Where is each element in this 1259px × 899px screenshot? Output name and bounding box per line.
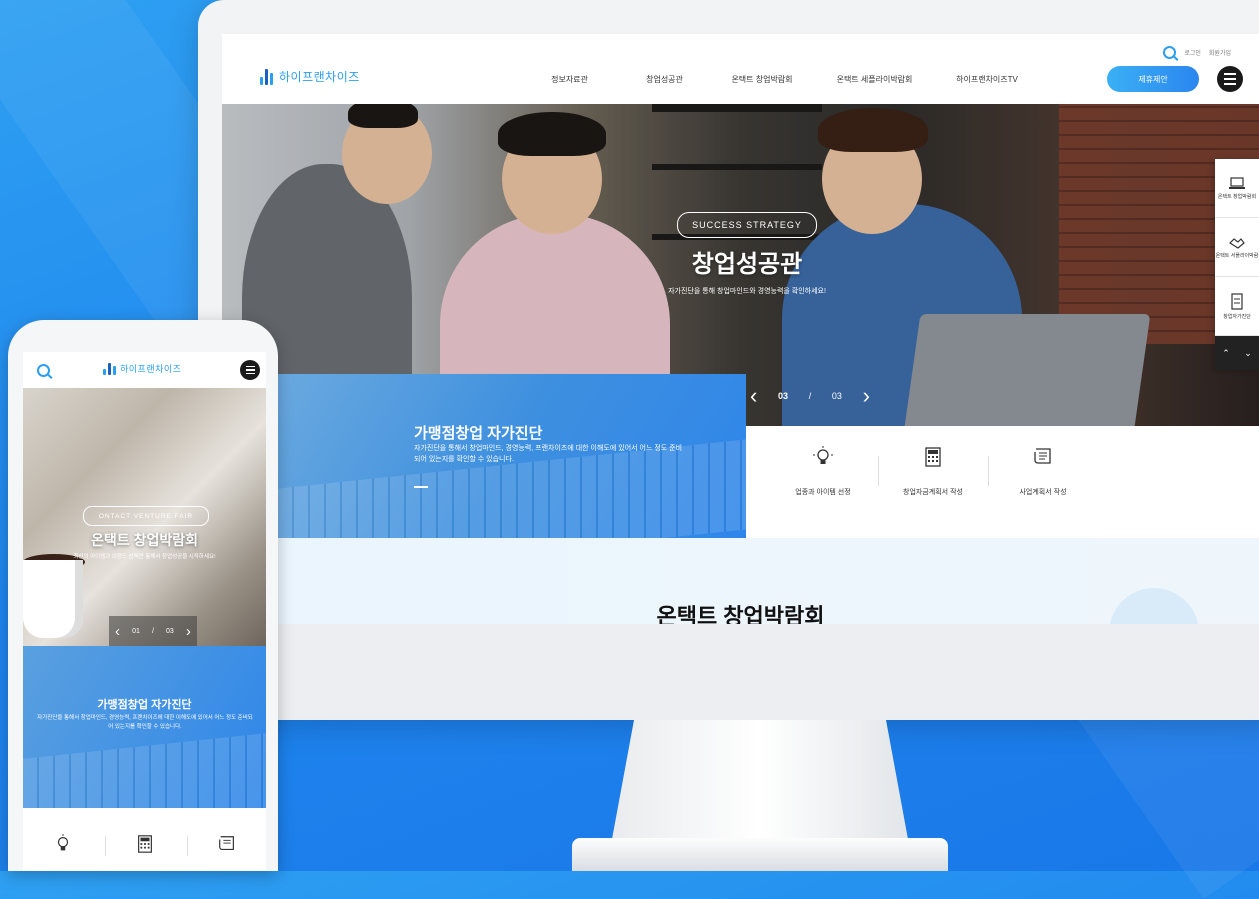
handshake-icon [1229,237,1245,249]
logo-mark-icon [260,68,273,85]
mobile-hero-pager: ‹ 01 / 03 › [109,616,197,646]
nav-item-info[interactable]: 정보자료관 [522,74,617,85]
diagnosis-arrow-line [414,486,428,488]
mobile-hero-title: 온택트 창업박람회 [91,532,198,548]
page-separator: / [808,391,812,401]
mobile-header: 하이프랜차이즈 [23,352,266,388]
tile-label: 사업계획서 작성 [1019,489,1067,496]
side-item-label: 온택트 창업박람회 [1217,193,1257,200]
nav-item-supply-fair[interactable]: 온택트 세플라이박람회 [812,74,937,85]
desktop-header: 하이프랜차이즈 정보자료관 창업성공관 온택트 창업박람회 온택트 세플라이박람… [222,34,1259,104]
side-item-label: 온택트 서플라이박람 [1215,252,1259,259]
mobile-icons-row [23,808,266,871]
side-quick-menu: 온택트 창업박람회 온택트 서플라이박람 창업자가진단 ⌃ ⌄ [1215,159,1259,370]
mobile-screen: 하이프랜차이즈 ONTACT VENTURE FAIR 온택트 창업박람회 최신… [23,352,266,871]
chevron-up-icon[interactable]: ⌃ [1222,348,1230,359]
checklist-icon [1231,292,1243,310]
calculator-icon[interactable] [135,834,155,854]
self-diagnosis-banner[interactable]: 가맹점창업 자가진단 자가진단을 통해서 창업마인드, 경영능력, 프랜차이즈에… [278,374,746,538]
hamburger-menu-icon[interactable] [1217,66,1243,92]
nav-item-success[interactable]: 창업성공관 [617,74,712,85]
nav-item-ontact-fair[interactable]: 온택트 창업박람회 [712,74,812,85]
page-total: 03 [166,627,174,635]
mobile-hero-subtitle: 최신의 아이템과 브랜드 선택만 통해서 창업성공을 시작하세요! [73,554,216,560]
diagnosis-title: 가맹점창업 자가진단 [414,425,543,442]
next-slide-icon[interactable]: › [863,385,870,407]
diagnosis-text: 자가진단을 통해서 창업마인드, 경영능력, 프랜차이즈에 대한 이해도에 있어… [414,445,683,463]
logo-text: 하이프랜차이즈 [279,70,360,84]
signup-link[interactable]: 회원가입 [1209,48,1231,57]
nav-item-tv[interactable]: 하이프랜차이즈TV [937,74,1037,85]
logo-text: 하이프랜차이즈 [120,364,182,374]
login-link[interactable]: 로그인 [1184,48,1201,57]
side-item-supply-fair[interactable]: 온택트 서플라이박람 [1215,218,1259,277]
mobile-diagnosis-title: 가맹점창업 자가진단 [97,699,192,711]
tile-fund-plan[interactable]: 창업자금계획서 작성 [878,446,988,497]
mobile-diagnosis-banner[interactable]: 가맹점창업 자가진단 자가진단을 통해서 창업마인드, 경영능력, 프랜차이즈에… [23,646,266,808]
desktop-screen: 하이프랜차이즈 정보자료관 창업성공관 온택트 창업박람회 온택트 세플라이박람… [222,34,1259,624]
monitor-chin [198,624,1259,720]
document-icon[interactable] [217,834,237,854]
prev-slide-icon[interactable]: ‹ [750,385,757,407]
hamburger-menu-icon[interactable] [240,360,260,380]
hero-subtitle: 자가진단을 통해 창업마인드와 경영능력을 확인하세요! [668,288,826,295]
tile-label: 창업자금계획서 작성 [903,489,963,496]
keyboard-image [23,733,266,808]
hero-badge: SUCCESS STRATEGY [677,212,817,238]
main-nav: 정보자료관 창업성공관 온택트 창업박람회 온택트 세플라이박람회 하이프랜차이… [522,74,1037,85]
document-icon [1034,448,1051,464]
next-slide-icon[interactable]: › [186,623,191,640]
calculator-icon [925,447,941,467]
monitor-stand-base [572,838,948,871]
utility-links: 로그인 회원가입 [1163,46,1231,59]
divider [105,836,106,856]
mobile-logo[interactable]: 하이프랜차이즈 [103,362,181,375]
mobile-hero-slider: ONTACT VENTURE FAIR 온택트 창업박람회 최신의 아이템과 브… [23,388,266,646]
logo-mark-icon [103,362,116,375]
monitor-stand [610,720,910,850]
chevron-down-icon[interactable]: ⌄ [1244,348,1252,359]
partnership-button[interactable]: 제휴제안 [1107,66,1199,92]
tile-item-selection[interactable]: 업종과 아이템 선정 [768,446,878,497]
side-item-self-diagnosis[interactable]: 창업자가진단 [1215,277,1259,336]
search-icon[interactable] [1163,46,1177,59]
search-icon[interactable] [37,364,50,377]
tile-business-plan[interactable]: 사업계획서 작성 [988,446,1098,497]
hero-title: 창업성공관 [691,251,803,278]
page-separator: / [151,627,154,635]
mobile-hero-badge: ONTACT VENTURE FAIR [83,506,209,526]
lightbulb-icon[interactable] [53,834,73,854]
page-current: 03 [778,391,789,401]
service-icons-panel: 업종과 아이템 선정 창업자금계획서 작성 사업계획서 작성 [746,426,1259,538]
divider [187,836,188,856]
section-title: 온택트 창업박람회 [656,604,825,624]
page-current: 01 [132,627,140,635]
hero-pager: ‹ 03 / 03 › [750,376,870,416]
side-menu-arrows: ⌃ ⌄ [1215,336,1259,370]
page-total: 03 [831,391,842,401]
prev-slide-icon[interactable]: ‹ [115,623,120,640]
desktop-logo[interactable]: 하이프랜차이즈 [260,68,360,85]
mobile-diagnosis-text: 자가진단을 통해서 창업마인드, 경영능력, 프랜차이즈에 대한 이해도에 있어… [37,715,253,730]
ontact-fair-section: 온택트 창업박람회 [222,538,1259,624]
side-item-label: 창업자가진단 [1223,313,1251,320]
coffee-cup-image [23,560,83,638]
side-item-ontact-fair[interactable]: 온택트 창업박람회 [1215,159,1259,218]
lightbulb-icon [813,446,833,464]
tile-label: 업종과 아이템 선정 [795,489,851,496]
laptop-icon [1229,176,1245,189]
